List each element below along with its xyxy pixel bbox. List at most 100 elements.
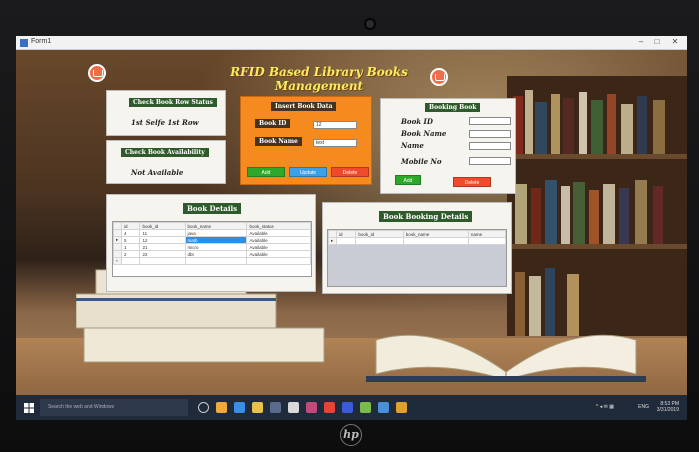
close-button[interactable]: ✕ bbox=[668, 37, 682, 46]
table-cell[interactable]: 22 bbox=[139, 250, 186, 258]
app-taskbar-icon[interactable] bbox=[288, 402, 299, 413]
row-header[interactable] bbox=[113, 250, 122, 258]
window-title: Form1 bbox=[31, 38, 52, 45]
table-cell[interactable]: 2 bbox=[120, 250, 141, 258]
app-taskbar-icon[interactable] bbox=[342, 402, 353, 413]
table-row[interactable]: 2 22 dbt Available bbox=[113, 250, 311, 258]
booking-name-label: Name bbox=[401, 141, 424, 150]
screen: Form1 – □ ✕ RFID Based Library Books Man… bbox=[16, 36, 687, 420]
table-cell[interactable]: 1 bbox=[120, 243, 141, 251]
app-icon bbox=[20, 39, 28, 47]
booking-add-button[interactable]: Add bbox=[395, 175, 421, 185]
book-name-input[interactable]: text bbox=[313, 139, 357, 147]
table-cell[interactable] bbox=[402, 237, 469, 245]
taskbar-clock[interactable]: 8:53 PM 3/31/2019 bbox=[657, 401, 679, 413]
edge-icon[interactable] bbox=[234, 402, 245, 413]
booking-book-name-label: Book Name bbox=[401, 129, 447, 138]
table-cell[interactable]: Available bbox=[246, 250, 311, 258]
table-row[interactable]: ▸ 5 12 math Available bbox=[113, 236, 311, 244]
insert-update-button[interactable]: Update bbox=[289, 167, 327, 177]
grid-header-row: id book_id book_name book_status bbox=[113, 222, 311, 230]
chrome-icon[interactable] bbox=[216, 402, 227, 413]
column-header[interactable]: book_status bbox=[246, 222, 311, 230]
row-header-new[interactable]: ▸ bbox=[328, 237, 337, 245]
table-cell[interactable] bbox=[120, 257, 141, 265]
row-header-new[interactable]: * bbox=[113, 257, 122, 265]
table-cell[interactable]: 11 bbox=[139, 229, 186, 237]
column-header[interactable]: id bbox=[335, 230, 357, 238]
table-cell[interactable]: Available bbox=[246, 236, 311, 244]
table-row[interactable]: 4 11 java Available bbox=[113, 229, 311, 237]
table-cell[interactable] bbox=[139, 257, 186, 265]
maximize-button[interactable]: □ bbox=[650, 37, 664, 46]
app-taskbar-icon[interactable] bbox=[360, 402, 371, 413]
table-cell[interactable] bbox=[184, 257, 248, 265]
insert-book-title: Insert Book Data bbox=[271, 102, 337, 111]
window-titlebar: Form1 – □ ✕ bbox=[16, 36, 687, 50]
form-app-icon[interactable] bbox=[396, 402, 407, 413]
table-cell[interactable]: Available bbox=[246, 229, 311, 237]
table-cell[interactable]: Available bbox=[246, 243, 311, 251]
language-indicator[interactable]: ENG bbox=[638, 404, 649, 410]
table-cell[interactable]: 5 bbox=[120, 236, 141, 244]
grid-header-row: id book_id book_name name bbox=[328, 230, 507, 238]
book-id-input[interactable]: 12 bbox=[313, 121, 357, 129]
column-header[interactable]: book_name bbox=[402, 230, 469, 238]
column-header[interactable]: id bbox=[120, 222, 141, 230]
column-header[interactable]: name bbox=[467, 230, 507, 238]
table-cell[interactable] bbox=[355, 237, 404, 245]
book-name-label: Book Name bbox=[255, 137, 302, 146]
row-header-corner bbox=[113, 222, 122, 230]
column-header[interactable]: book_name bbox=[184, 222, 248, 230]
table-cell-selected[interactable]: math bbox=[184, 236, 248, 244]
booking-book-id-label: Book ID bbox=[401, 117, 433, 126]
booking-book-panel: Booking Book Book ID Book Name Name Mobi… bbox=[380, 98, 516, 194]
check-row-status-button[interactable]: Check Book Row Status bbox=[129, 98, 217, 107]
table-row[interactable]: 1 21 micro Available bbox=[113, 243, 311, 251]
row-header[interactable] bbox=[113, 243, 122, 251]
table-cell[interactable] bbox=[467, 237, 507, 245]
new-row[interactable]: ▸ bbox=[328, 237, 507, 245]
task-view-icon[interactable] bbox=[198, 402, 209, 413]
table-cell[interactable]: java bbox=[184, 229, 248, 237]
book-details-title: Book Details bbox=[183, 203, 242, 214]
table-cell[interactable] bbox=[246, 257, 311, 265]
app-taskbar-icon[interactable] bbox=[270, 402, 281, 413]
visual-studio-icon[interactable] bbox=[378, 402, 389, 413]
booking-mobile-input[interactable] bbox=[469, 157, 511, 165]
row-header-selected[interactable]: ▸ bbox=[113, 236, 122, 244]
booking-name-input[interactable] bbox=[469, 142, 511, 150]
booking-details-grid[interactable]: id book_id book_name name ▸ bbox=[327, 229, 507, 287]
booking-book-id-input[interactable] bbox=[469, 117, 511, 125]
row-header-corner bbox=[328, 230, 337, 238]
hp-logo: hp bbox=[340, 424, 362, 446]
insert-delete-button[interactable]: Delete bbox=[331, 167, 369, 177]
column-header[interactable]: book_id bbox=[355, 230, 404, 238]
column-header[interactable]: book_id bbox=[139, 222, 186, 230]
system-tray-icons[interactable]: ^ ◂ ✉ ▦ bbox=[596, 404, 614, 410]
booking-book-name-input[interactable] bbox=[469, 130, 511, 138]
file-explorer-icon[interactable] bbox=[252, 402, 263, 413]
book-logo-icon bbox=[430, 68, 448, 86]
book-details-grid[interactable]: id book_id book_name book_status 4 11 ja… bbox=[112, 221, 312, 277]
book-id-label: Book ID bbox=[255, 119, 291, 128]
minimize-button[interactable]: – bbox=[634, 37, 648, 46]
check-availability-button[interactable]: Check Book Availability bbox=[121, 148, 209, 157]
table-cell[interactable]: 4 bbox=[120, 229, 141, 237]
table-cell[interactable]: 12 bbox=[139, 236, 186, 244]
taskbar-search-box[interactable]: Search the web and Windows bbox=[40, 399, 188, 416]
table-cell[interactable]: dbt bbox=[184, 250, 248, 258]
app-taskbar-icon[interactable] bbox=[306, 402, 317, 413]
insert-add-button[interactable]: Add bbox=[247, 167, 285, 177]
check-row-status-panel: Check Book Row Status 1st Selfe 1st Row bbox=[106, 90, 226, 136]
windows-start-icon[interactable] bbox=[24, 403, 34, 413]
new-row[interactable]: * bbox=[113, 257, 311, 265]
table-cell[interactable]: 21 bbox=[139, 243, 186, 251]
booking-details-title: Book Booking Details bbox=[379, 211, 473, 222]
table-cell[interactable] bbox=[335, 237, 357, 245]
row-header[interactable] bbox=[113, 229, 122, 237]
table-cell[interactable]: micro bbox=[184, 243, 248, 251]
booking-mobile-label: Mobile No bbox=[401, 157, 442, 166]
booking-delete-button[interactable]: Delete bbox=[453, 177, 491, 187]
app-taskbar-icon[interactable] bbox=[324, 402, 335, 413]
